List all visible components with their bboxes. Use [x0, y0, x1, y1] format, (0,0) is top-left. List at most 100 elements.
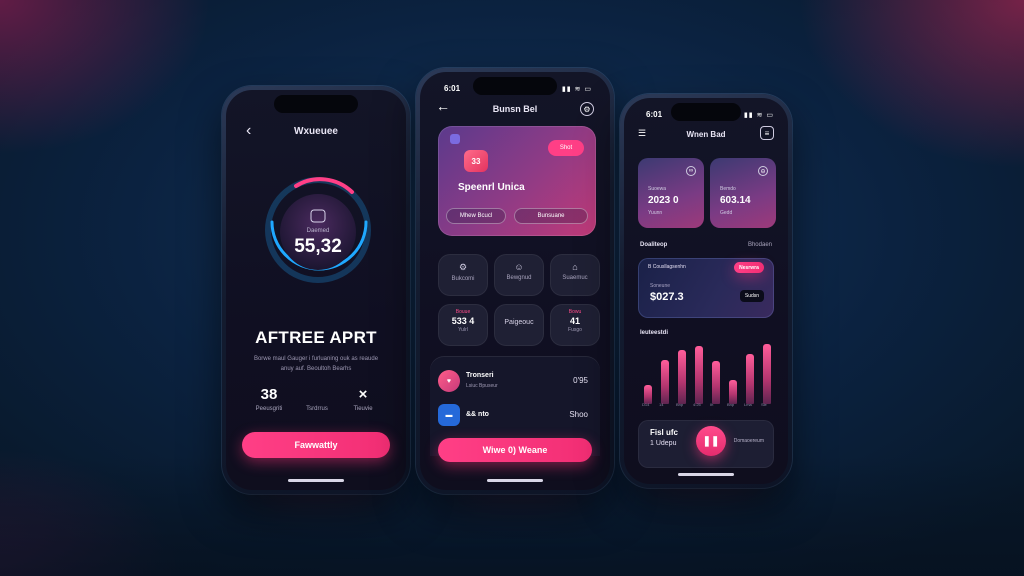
balance-chip[interactable]: Sudsn: [740, 290, 764, 302]
settings-icon[interactable]: ⚙: [580, 102, 594, 116]
phone-summary: ‹ Wxueuee Daemed 55,32 AFTREE APRT Borwe…: [222, 86, 410, 494]
hero-name: Speenrl Unica: [458, 182, 525, 193]
tile-value: 41: [569, 316, 580, 326]
link-icon: ∞: [686, 166, 696, 176]
hero-card[interactable]: Shot 33 Speenrl Unica Mhew Bcucl Bunsuan…: [438, 126, 596, 236]
home-indicator: [678, 473, 734, 476]
status-time: 6:01: [646, 110, 663, 119]
home-indicator: [288, 479, 344, 482]
tile-sub-label: Fusgo: [568, 327, 582, 333]
primary-cta-button[interactable]: Wiwe 0) Weane: [438, 438, 592, 462]
camera-notch: [274, 95, 358, 113]
page-title: Wxueuee: [294, 126, 338, 137]
tile-value: 533 4: [451, 316, 475, 326]
tile-sub-label: Yulrl: [458, 327, 468, 333]
close-icon: ⊖: [758, 166, 768, 176]
tile-stat[interactable]: Bouue 533 4 Yulrl: [438, 304, 488, 346]
chart-x-label: Bnp: [676, 402, 684, 407]
player-sub: 1 Udepu: [650, 440, 677, 447]
stat-label: Peeusgriti: [255, 406, 283, 412]
tile-item[interactable]: ☺ Bewgnud: [494, 254, 544, 296]
section-heading: AFTREE APRT: [255, 328, 377, 347]
card-value: 603.14: [720, 195, 751, 206]
stat-item: Tsrdrrus: [292, 386, 342, 412]
tile-stat[interactable]: Bowu 41 Fusgo: [550, 304, 600, 346]
balance-pill-button[interactable]: Nesrwra: [734, 262, 764, 273]
chart-bar: [695, 346, 703, 404]
metric-label: Daemed: [306, 228, 330, 234]
tile-label: Suaemuc: [562, 275, 588, 281]
media-player: Fisl ufc 1 Udepu ❚❚ Domaoereum: [638, 420, 774, 468]
list-item-amount: 0'95: [573, 376, 588, 385]
balance-card[interactable]: B Cousllagsenhn Nesrwra Soneune $027.3 S…: [638, 258, 774, 318]
phone-summary-screen: ‹ Wxueuee Daemed 55,32 AFTREE APRT Borwe…: [226, 90, 406, 490]
hero-button-primary[interactable]: Mhew Bcucl: [446, 208, 506, 224]
grid-icon: [450, 134, 460, 144]
chart-x-label: Lma: [744, 402, 752, 407]
phone-dashboard: 6:01 ▮▮ ≋ ▭ ☰ Wnen Bad ≡ ∞ Suoewa 2023 0…: [620, 94, 792, 488]
phone-detail-screen: 6:01 ▮▮ ≋ ▭ ← Bunsn Bel ⚙ Shot 33 Speenr…: [420, 72, 610, 490]
player-right-label: Domaoereum: [733, 438, 764, 444]
chart-x-label: Sle: [761, 402, 767, 407]
balance-pill-label: B Cousllagsenhn: [648, 264, 686, 270]
pause-button[interactable]: ❚❚: [696, 426, 726, 456]
tile-item[interactable]: ⚙ Bukcomi: [438, 254, 488, 296]
stat-item: 38 Peeusgriti: [244, 386, 294, 412]
phone-detail: 6:01 ▮▮ ≋ ▭ ← Bunsn Bel ⚙ Shot 33 Speenr…: [416, 68, 614, 494]
card-label: Bemdo: [720, 186, 736, 192]
list-item-title: && nto: [466, 411, 489, 418]
phone-dashboard-screen: 6:01 ▮▮ ≋ ▭ ☰ Wnen Bad ≡ ∞ Suoewa 2023 0…: [624, 98, 788, 484]
card-value: 2023 0: [648, 195, 679, 206]
list-item-sub: Lsiuc Bpuseur: [466, 383, 498, 389]
stat-value: 38: [260, 386, 278, 403]
stat-item: × Tieuvie: [338, 386, 388, 412]
camera-notch: [473, 77, 557, 95]
balance-value: $027.3: [650, 291, 684, 303]
summary-card[interactable]: ∞ Suoewa 2023 0 Yuunn: [638, 158, 704, 228]
primary-cta-button[interactable]: Fawwattly: [242, 432, 390, 458]
tile-icon: ☺: [514, 262, 524, 272]
section-label: Doaliteop: [640, 242, 668, 248]
chart-x-label: Bnp: [727, 402, 735, 407]
tile-icon: ⌂: [572, 262, 578, 272]
chart-x-label: 4:25: [693, 402, 701, 407]
tile-item[interactable]: ⌂ Suaemuc: [550, 254, 600, 296]
chart-bar: [712, 361, 720, 404]
stat-value: [292, 386, 342, 403]
section-label: Ieuteestdi: [640, 330, 669, 336]
stat-label: Tieuvie: [353, 406, 373, 412]
tile-label: Bewgnud: [506, 275, 532, 281]
settings-icon[interactable]: ≡: [760, 126, 774, 140]
balance-label: Soneune: [650, 283, 671, 289]
home-indicator: [487, 479, 543, 482]
chart-bar: [678, 350, 686, 404]
hero-pill-button[interactable]: Shot: [548, 140, 584, 156]
chart-bar: [729, 380, 737, 404]
list-item-title: Tronseri: [466, 372, 494, 379]
close-icon[interactable]: ×: [338, 386, 388, 403]
description-text: Borwe maul Gauger i furluaning ouk as re…: [253, 356, 379, 372]
tile-icon: ⚙: [458, 262, 468, 272]
bar-chart: [640, 342, 776, 404]
tile-top-label: Bouue: [455, 309, 471, 315]
card-sub: Yuunn: [648, 210, 663, 216]
player-title: Fisl ufc: [650, 428, 679, 437]
chart-bar: [746, 354, 754, 404]
section-link[interactable]: Bhodaen: [748, 242, 772, 248]
stat-label: Tsrdrrus: [306, 406, 328, 412]
signal-icon: ▮▮ ≋ ▭: [561, 86, 592, 93]
card-sub: Gedd: [720, 210, 733, 216]
chart-x-label: 14: [659, 402, 664, 407]
chart-x-label: Ih: [710, 402, 714, 407]
chart-x-label: D14: [642, 402, 650, 407]
progress-ring: Daemed 55,32: [256, 168, 380, 292]
app-badge: 33: [464, 150, 488, 172]
card-label: Suoewa: [648, 186, 667, 192]
status-time: 6:01: [444, 84, 461, 93]
tile-top-label: Bowu: [568, 309, 582, 315]
chart-bar: [661, 360, 669, 404]
hero-button-secondary[interactable]: Bunsuane: [514, 208, 588, 224]
tile-label: Paigeouc: [504, 319, 534, 326]
tile-item[interactable]: Paigeouc: [494, 304, 544, 346]
summary-card[interactable]: ⊖ Bemdo 603.14 Gedd: [710, 158, 776, 228]
